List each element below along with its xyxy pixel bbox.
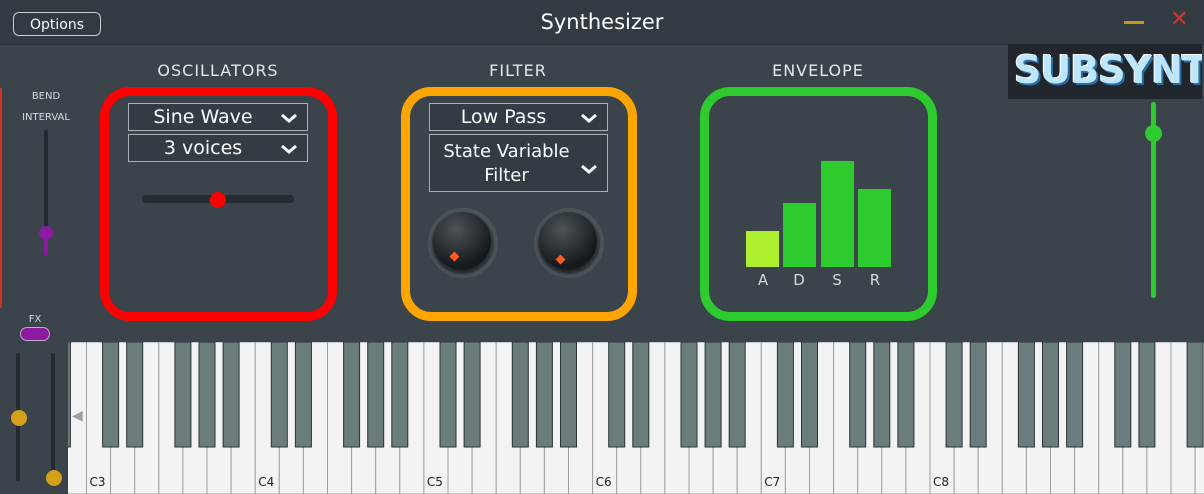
black-key[interactable] [801,342,818,448]
detune-slider-handle[interactable] [210,192,226,208]
envelope-sustain-bar[interactable] [821,161,854,267]
black-key[interactable] [897,342,915,448]
filter-type-value: Low Pass [460,106,547,128]
voices-value: 3 voices [163,137,243,159]
chevron-down-icon [280,135,298,162]
waveform-dropdown[interactable]: Sine Wave [128,103,308,131]
volume-slider-handle[interactable] [1145,125,1162,142]
envelope-decay-bar[interactable] [783,203,816,267]
bend-label: BEND [31,91,61,102]
envelope-attack-label: A [757,271,769,289]
envelope-attack-bar[interactable] [746,231,779,267]
black-key[interactable] [535,342,553,448]
black-key[interactable] [102,342,120,448]
black-key[interactable] [294,342,312,448]
black-key[interactable] [439,342,457,448]
resonance-knob[interactable] [539,212,597,270]
chevron-down-icon [580,104,598,131]
octave-label: C3 [90,475,106,489]
voices-dropdown[interactable]: 3 voices [128,134,308,162]
filter-label: FILTER [489,61,547,80]
black-key[interactable] [1042,342,1059,448]
octave-label: C5 [427,475,443,489]
pitch-wheel-handle[interactable] [11,410,27,426]
mod-wheel-handle[interactable] [46,470,62,486]
mod-wheel-track[interactable] [51,353,55,481]
waveform-value: Sine Wave [153,106,253,128]
piano-keyboard[interactable]: C3 C4 C5 C6 C7 C8 [68,342,1204,494]
chevron-down-icon [280,104,298,131]
interval-label: INTERVAL [22,112,70,123]
octave-label: C4 [258,475,274,489]
filter-mode-dropdown[interactable]: State Variable Filter [429,134,608,192]
envelope-label: ENVELOPE [772,61,864,80]
black-key[interactable] [1066,342,1084,448]
black-key[interactable] [1186,342,1204,448]
filter-type-dropdown[interactable]: Low Pass [429,103,608,131]
octave-label: C6 [596,475,612,489]
black-key[interactable] [198,342,216,448]
black-key[interactable] [608,342,626,448]
black-key[interactable] [680,342,698,448]
oscillators-label: OSCILLATORS [157,61,279,80]
octave-label: C8 [933,475,949,489]
octave-label: C7 [764,475,780,489]
black-key[interactable] [1017,342,1035,448]
black-key[interactable] [728,342,746,448]
filter-mode-value: State Variable Filter [443,141,570,186]
black-key[interactable] [463,342,481,448]
black-key[interactable] [969,342,987,448]
black-key[interactable] [873,342,891,448]
envelope-decay-label: D [793,271,805,289]
subsynth-logo: SUBSYNTH [1008,44,1202,99]
black-key[interactable] [222,342,240,448]
black-key[interactable] [849,342,867,448]
window-title: Synthesizer [540,10,664,34]
envelope-release-label: R [869,271,881,289]
bend-slider-fill [44,238,48,256]
cutoff-knob[interactable] [433,212,491,270]
black-key[interactable] [68,342,71,448]
close-icon[interactable]: ✕ [1170,8,1188,32]
minimize-icon[interactable] [1124,21,1144,24]
title-bar: Options Synthesizer ✕ [0,0,1204,45]
fx-toggle-button[interactable] [20,327,50,341]
black-key[interactable] [511,342,529,448]
black-key[interactable] [126,342,144,448]
black-key[interactable] [560,342,577,448]
black-key[interactable] [776,342,794,448]
black-key[interactable] [1138,342,1156,448]
black-key[interactable] [174,342,192,448]
envelope-sustain-label: S [832,271,842,289]
chevron-down-icon [580,157,598,179]
black-key[interactable] [367,342,385,448]
envelope-panel [700,87,937,321]
black-key[interactable] [1114,342,1132,448]
left-edge-accent [0,88,2,308]
logo-text: SUBSYNTH [1014,48,1202,92]
black-key[interactable] [391,342,409,448]
black-key[interactable] [704,342,722,448]
envelope-release-bar[interactable] [858,189,891,267]
piano-keys[interactable]: C3 C4 C5 C6 C7 C8 [68,342,1204,494]
fx-label: FX [28,314,42,325]
scroll-left-icon[interactable]: ◀ [72,408,83,424]
black-key[interactable] [343,342,361,448]
black-key[interactable] [270,342,288,448]
black-key[interactable] [632,342,650,448]
black-key[interactable] [945,342,963,448]
